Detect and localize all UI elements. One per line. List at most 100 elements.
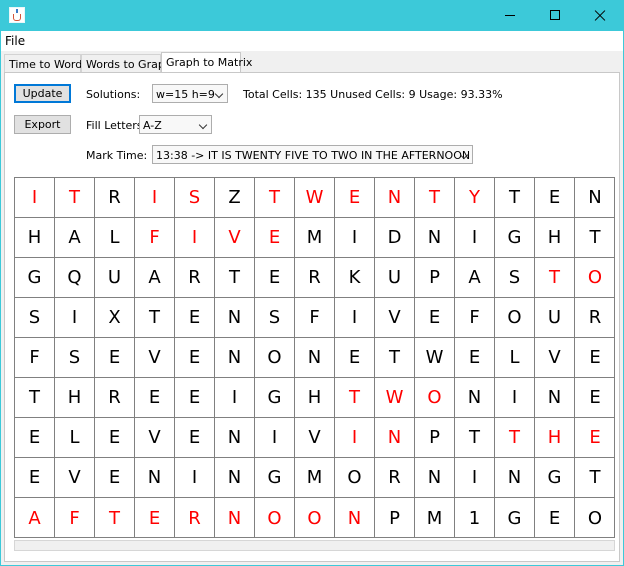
fill-letters-select[interactable]: A-Z xyxy=(139,115,212,134)
matrix-cell: V xyxy=(215,218,255,258)
matrix-cell: I xyxy=(135,178,175,218)
export-button[interactable]: Export xyxy=(14,115,71,134)
horizontal-scrollbar[interactable] xyxy=(14,540,615,551)
matrix-cell: N xyxy=(335,498,375,538)
matrix-cell: A xyxy=(135,258,175,298)
matrix-cell: G xyxy=(255,378,295,418)
matrix-cell: A xyxy=(55,218,95,258)
matrix-cell: E xyxy=(575,378,615,418)
graph-to-matrix-panel: Update Export Solutions: w=15 h=9 Total … xyxy=(4,72,620,562)
tab-graph-to-matrix[interactable]: Graph to Matrix xyxy=(161,52,252,73)
tab-words-to-graph[interactable]: Words to Graph xyxy=(81,54,172,72)
matrix-cell: E xyxy=(535,498,575,538)
menu-file[interactable]: File xyxy=(5,34,25,48)
matrix-cell: I xyxy=(55,298,95,338)
matrix-cell: S xyxy=(175,178,215,218)
matrix-cell: L xyxy=(55,418,95,458)
matrix-cell: I xyxy=(15,178,55,218)
fill-letters-value: A-Z xyxy=(143,119,162,132)
matrix-cell: R xyxy=(95,178,135,218)
mark-time-select[interactable]: 13:38 -> IT IS TWENTY FIVE TO TWO IN THE… xyxy=(152,145,473,164)
matrix-cell: E xyxy=(255,218,295,258)
matrix-cell: E xyxy=(415,298,455,338)
matrix-cell: X xyxy=(95,298,135,338)
matrix-cell: Y xyxy=(455,178,495,218)
matrix-cell: Z xyxy=(215,178,255,218)
matrix-cell: O xyxy=(415,378,455,418)
matrix-cell: O xyxy=(495,298,535,338)
matrix-cell: V xyxy=(375,298,415,338)
matrix-cell: E xyxy=(255,258,295,298)
matrix-cell: W xyxy=(415,338,455,378)
matrix-cell: N xyxy=(215,298,255,338)
matrix-cell: F xyxy=(455,298,495,338)
matrix-cell: E xyxy=(95,458,135,498)
matrix-cell: G xyxy=(255,458,295,498)
matrix-cell: H xyxy=(535,418,575,458)
matrix-cell: R xyxy=(575,298,615,338)
stats-text: Total Cells: 135 Unused Cells: 9 Usage: … xyxy=(243,88,503,101)
title-bar xyxy=(0,0,624,31)
mark-time-label: Mark Time: xyxy=(86,149,148,162)
close-button[interactable] xyxy=(577,0,623,31)
matrix-cell: E xyxy=(335,178,375,218)
matrix-cell: M xyxy=(295,218,335,258)
letter-matrix-grid: ITRISZTWENTYTENHALFIVEMIDNIGHTGQUARTERKU… xyxy=(14,177,615,538)
matrix-cell: N xyxy=(135,458,175,498)
matrix-cell: N xyxy=(455,378,495,418)
matrix-cell: F xyxy=(15,338,55,378)
java-app-icon xyxy=(9,7,25,23)
matrix-cell: T xyxy=(415,178,455,218)
matrix-cell: E xyxy=(575,338,615,378)
matrix-cell: I xyxy=(255,418,295,458)
matrix-cell: I xyxy=(175,218,215,258)
matrix-cell: E xyxy=(175,418,215,458)
matrix-cell: N xyxy=(375,178,415,218)
matrix-cell: T xyxy=(55,178,95,218)
matrix-cell: O xyxy=(295,498,335,538)
matrix-cell: E xyxy=(15,418,55,458)
matrix-cell: H xyxy=(535,218,575,258)
matrix-cell: U xyxy=(535,298,575,338)
matrix-cell: I xyxy=(495,378,535,418)
matrix-cell: N xyxy=(215,338,255,378)
matrix-cell: T xyxy=(15,378,55,418)
minimize-button[interactable] xyxy=(487,0,533,31)
matrix-cell: R xyxy=(295,258,335,298)
matrix-cell: I xyxy=(335,418,375,458)
matrix-cell: W xyxy=(295,178,335,218)
matrix-cell: L xyxy=(495,338,535,378)
matrix-cell: E xyxy=(175,378,215,418)
matrix-cell: E xyxy=(335,338,375,378)
menu-bar: File xyxy=(1,31,623,51)
matrix-cell: T xyxy=(335,378,375,418)
matrix-cell: P xyxy=(375,498,415,538)
matrix-cell: E xyxy=(575,418,615,458)
solutions-select[interactable]: w=15 h=9 xyxy=(152,84,228,103)
matrix-cell: F xyxy=(135,218,175,258)
matrix-cell: V xyxy=(535,338,575,378)
matrix-cell: E xyxy=(455,338,495,378)
matrix-cell: W xyxy=(375,378,415,418)
matrix-cell: E xyxy=(175,338,215,378)
matrix-cell: R xyxy=(375,458,415,498)
matrix-cell: N xyxy=(375,418,415,458)
tab-time-to-words[interactable]: Time to Words xyxy=(4,54,88,72)
matrix-cell: I xyxy=(455,458,495,498)
matrix-cell: E xyxy=(95,338,135,378)
matrix-cell: H xyxy=(15,218,55,258)
matrix-cell: I xyxy=(215,378,255,418)
matrix-cell: 1 xyxy=(455,498,495,538)
matrix-cell: V xyxy=(135,338,175,378)
matrix-cell: N xyxy=(215,418,255,458)
matrix-cell: O xyxy=(335,458,375,498)
matrix-cell: H xyxy=(295,378,335,418)
maximize-button[interactable] xyxy=(532,0,578,31)
matrix-cell: F xyxy=(295,298,335,338)
maximize-icon xyxy=(550,10,560,20)
matrix-cell: E xyxy=(95,418,135,458)
matrix-cell: T xyxy=(375,338,415,378)
chevron-down-icon xyxy=(198,120,208,130)
update-button[interactable]: Update xyxy=(14,84,71,103)
matrix-cell: S xyxy=(255,298,295,338)
